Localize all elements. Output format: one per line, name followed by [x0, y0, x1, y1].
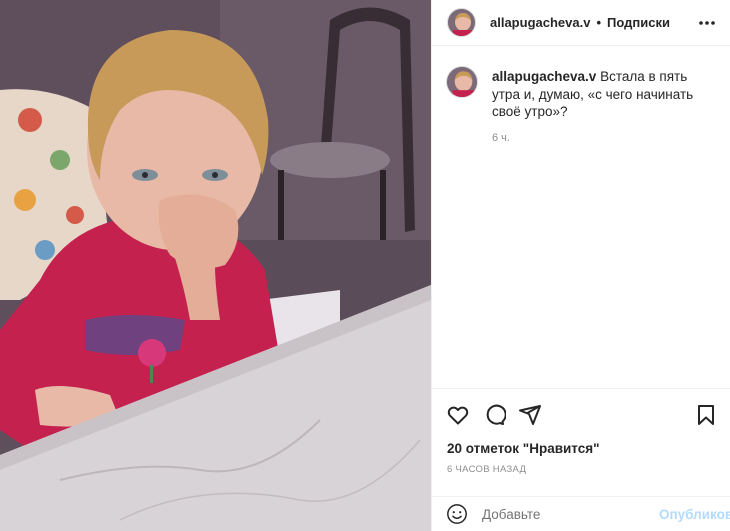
author-avatar[interactable]	[447, 8, 476, 37]
comment-icon[interactable]	[482, 403, 507, 427]
publish-button[interactable]: Опубликовать	[659, 507, 730, 522]
post-header: allapugacheva.v • Подписки	[432, 0, 730, 46]
emoji-icon[interactable]	[446, 503, 468, 525]
likes-count[interactable]: 20 отметок "Нравится"	[432, 427, 730, 456]
post-actions-section: 20 отметок "Нравится" 6 часов назад	[432, 388, 730, 475]
comment-input[interactable]	[482, 506, 659, 522]
header-separator: •	[596, 15, 602, 30]
caption-avatar[interactable]	[446, 66, 478, 98]
following-button[interactable]: Подписки	[607, 15, 670, 30]
action-bar	[432, 389, 730, 427]
caption-time[interactable]: 6 ч.	[492, 132, 718, 144]
post-caption: allapugacheva.v Встала в пять утра и, ду…	[432, 46, 730, 144]
bookmark-icon[interactable]	[694, 403, 718, 427]
post-photo[interactable]	[0, 0, 431, 531]
more-horizontal-icon[interactable]	[696, 12, 718, 34]
post-side-panel: allapugacheva.v • Подписки allapugacheva…	[431, 0, 730, 531]
caption-username[interactable]: allapugacheva.v	[492, 69, 596, 84]
comment-bar: Опубликовать	[432, 496, 730, 531]
share-icon[interactable]	[518, 403, 542, 427]
author-username[interactable]: allapugacheva.v	[490, 15, 590, 30]
heart-icon[interactable]	[446, 403, 470, 427]
child-photo	[0, 0, 431, 531]
post-time-ago[interactable]: 6 часов назад	[432, 456, 730, 475]
